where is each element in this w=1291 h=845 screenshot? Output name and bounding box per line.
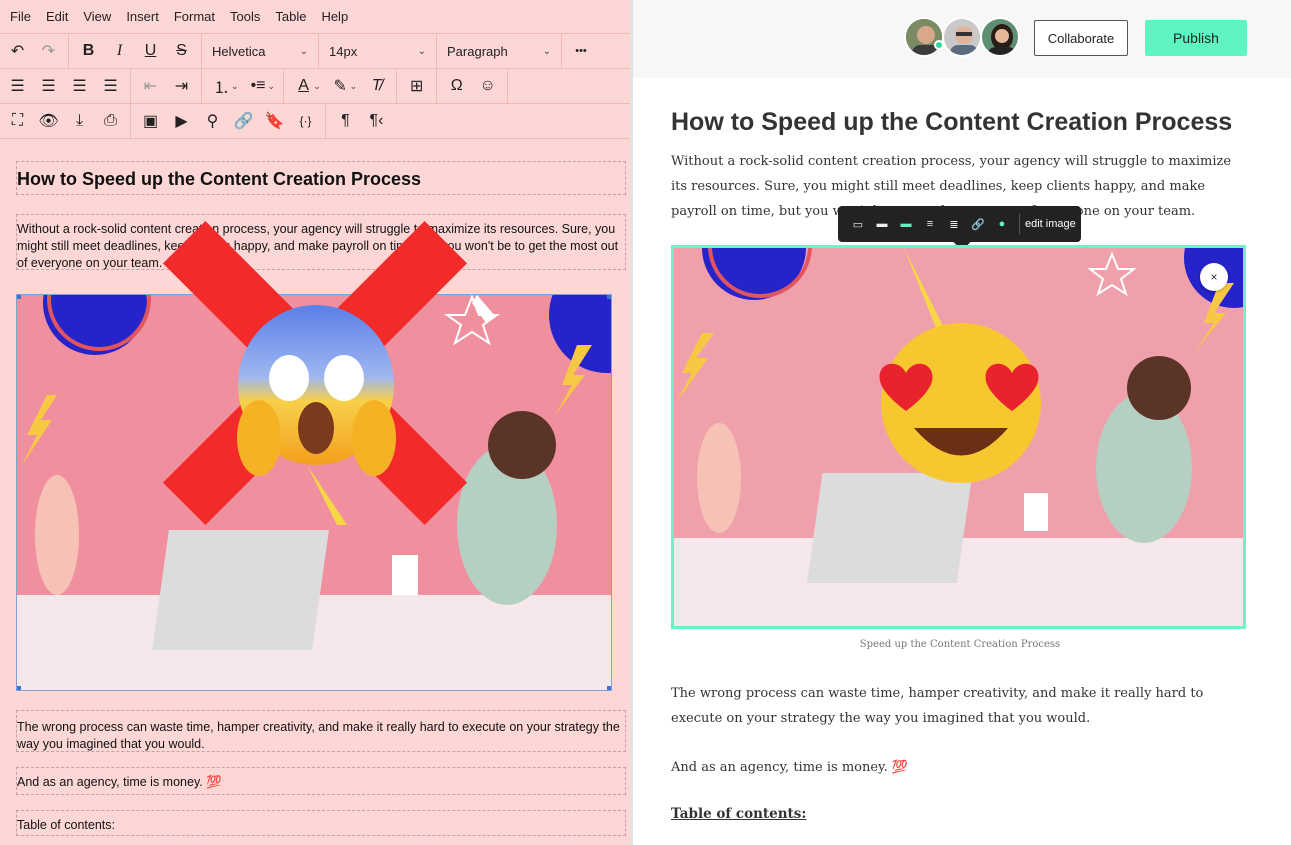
insert-image-icon[interactable]: ▣ — [135, 107, 166, 135]
chevron-down-icon[interactable]: ⌄ — [231, 81, 239, 92]
italic-icon[interactable]: I — [104, 37, 135, 65]
menu-help[interactable]: Help — [321, 9, 348, 24]
align-left-icon[interactable]: ☰ — [2, 72, 33, 100]
image-visibility-icon[interactable]: ● — [990, 206, 1014, 242]
print-icon[interactable]: ⎙ — [95, 107, 126, 135]
chevron-down-icon: ⌄ — [417, 45, 426, 57]
font-size-select[interactable]: 14px ⌄ — [319, 33, 437, 69]
avatar[interactable] — [980, 17, 1020, 57]
paragraph-2: The wrong process can waste time, hamper… — [671, 686, 1204, 726]
top-bar: Collaborate Publish — [633, 0, 1291, 78]
image-link-icon[interactable]: 🔗 — [966, 206, 990, 242]
chevron-down-icon[interactable]: ⌄ — [268, 81, 276, 92]
image-align-right-icon[interactable]: ≡ — [918, 206, 942, 242]
rtl-icon[interactable]: ¶‹ — [361, 107, 392, 135]
heading-block[interactable]: How to Speed up the Content Creation Pro… — [16, 161, 626, 195]
page-title: How to Speed up the Content Creation Pro… — [671, 108, 1233, 136]
menu-tools[interactable]: Tools — [230, 9, 260, 24]
para2-block[interactable]: The wrong process can waste time, hamper… — [16, 710, 626, 752]
font-family-select[interactable]: Helvetica ⌄ — [202, 33, 319, 69]
align-justify-icon[interactable]: ☰ — [95, 72, 126, 100]
align-center-icon[interactable]: ☰ — [33, 72, 64, 100]
code-icon[interactable]: {·} — [290, 107, 321, 135]
online-status-indicator — [934, 40, 944, 50]
table-of-contents-heading: Table of contents: — [671, 806, 807, 822]
edit-image-button[interactable]: edit image — [1025, 218, 1076, 230]
download-icon[interactable]: ⤓ — [64, 107, 95, 135]
menu-file[interactable]: File — [10, 9, 31, 24]
remove-image-button[interactable]: × — [1200, 263, 1228, 291]
editor-para2: The wrong process can waste time, hamper… — [17, 720, 620, 751]
para3-block[interactable]: And as an agency, time is money. 💯 — [16, 767, 626, 795]
resize-handle[interactable] — [17, 686, 21, 690]
image-caption[interactable]: Speed up the Content Creation Process — [671, 639, 1249, 650]
resize-handle[interactable] — [607, 686, 611, 690]
block-format-select[interactable]: Paragraph ⌄ — [437, 33, 562, 69]
menu-bar: File Edit View Insert Format Tools Table… — [0, 0, 630, 34]
strikethrough-icon[interactable]: S — [166, 37, 197, 65]
bold-icon[interactable]: B — [73, 37, 104, 65]
align-right-icon[interactable]: ☰ — [64, 72, 95, 100]
resize-handle[interactable] — [607, 295, 611, 299]
image-align-full-icon[interactable]: ▬ — [870, 206, 894, 242]
editor-heading: How to Speed up the Content Creation Pro… — [17, 169, 422, 189]
page-break-icon[interactable]: ⊞ — [401, 72, 432, 100]
avatar[interactable] — [942, 17, 982, 57]
menu-table[interactable]: Table — [275, 9, 306, 24]
toolbar-row-3: ⛶ 👁 ⤓ ⎙ ▣ ▶ ⚲ 🔗 🔖 {·} ¶ ¶‹ — [0, 103, 630, 139]
stamp-icon[interactable]: ⚲ — [197, 107, 228, 135]
toc-block[interactable]: Table of contents: — [16, 810, 626, 836]
clear-formatting-icon[interactable]: T̸ — [361, 72, 392, 100]
collaborate-button[interactable]: Collaborate — [1034, 20, 1128, 56]
menu-format[interactable]: Format — [174, 9, 215, 24]
outdent-icon[interactable]: ⇤ — [135, 72, 166, 100]
undo-icon[interactable]: ↶ — [2, 37, 33, 65]
image-align-inline-icon[interactable]: ▭ — [846, 206, 870, 242]
chevron-down-icon: ⌄ — [299, 45, 308, 57]
image-align-center-icon[interactable]: ▬ — [894, 206, 918, 242]
toolbar-row-2: ☰ ☰ ☰ ☰ ⇤ ⇥ ⒈ ⌄ •≡ ⌄ A ⌄ ✎ ⌄ T̸ ⊞ Ω ☺ — [0, 68, 630, 104]
menu-edit[interactable]: Edit — [46, 9, 68, 24]
link-icon[interactable]: 🔗 — [228, 107, 259, 135]
preview-panel: Collaborate Publish How to Speed up the … — [633, 0, 1291, 845]
chevron-down-icon[interactable]: ⌄ — [313, 81, 321, 92]
fullscreen-icon[interactable]: ⛶ — [2, 107, 33, 135]
emoji-icon[interactable]: ☺ — [472, 72, 503, 100]
article-image[interactable]: × — [671, 245, 1246, 629]
redo-icon[interactable]: ↷ — [33, 37, 64, 65]
paragraph-3: And as an agency, time is money. 💯 — [671, 760, 909, 775]
avatar[interactable] — [904, 17, 944, 57]
legacy-editor-panel: File Edit View Insert Format Tools Table… — [0, 0, 630, 845]
ltr-icon[interactable]: ¶ — [330, 107, 361, 135]
toolbar-row-1: ↶ ↷ B I U S Helvetica ⌄ 14px ⌄ Paragraph ⌄ … — [0, 33, 630, 69]
underline-icon[interactable]: U — [135, 37, 166, 65]
menu-insert[interactable]: Insert — [126, 9, 159, 24]
editor-toc: Table of contents: — [17, 818, 115, 832]
menu-view[interactable]: View — [83, 9, 111, 24]
insert-media-icon[interactable]: ▶ — [166, 107, 197, 135]
publish-button[interactable]: Publish — [1145, 20, 1247, 56]
special-character-icon[interactable]: Ω — [441, 72, 472, 100]
bookmark-icon[interactable]: 🔖 — [259, 107, 290, 135]
image-toolbar: ▭ ▬ ▬ ≡ ≣ 🔗 ● edit image — [838, 206, 1081, 251]
chevron-down-icon: ⌄ — [542, 45, 551, 57]
resize-handle[interactable] — [17, 295, 21, 299]
preview-icon[interactable]: 👁 — [33, 107, 64, 135]
office-scene-image — [674, 248, 1243, 626]
editor-para3: And as an agency, time is money. 💯 — [17, 775, 222, 789]
more-options-icon[interactable]: ••• — [562, 37, 600, 65]
chevron-down-icon[interactable]: ⌄ — [350, 81, 358, 92]
indent-icon[interactable]: ⇥ — [166, 72, 197, 100]
screaming-face-icon — [237, 305, 396, 476]
